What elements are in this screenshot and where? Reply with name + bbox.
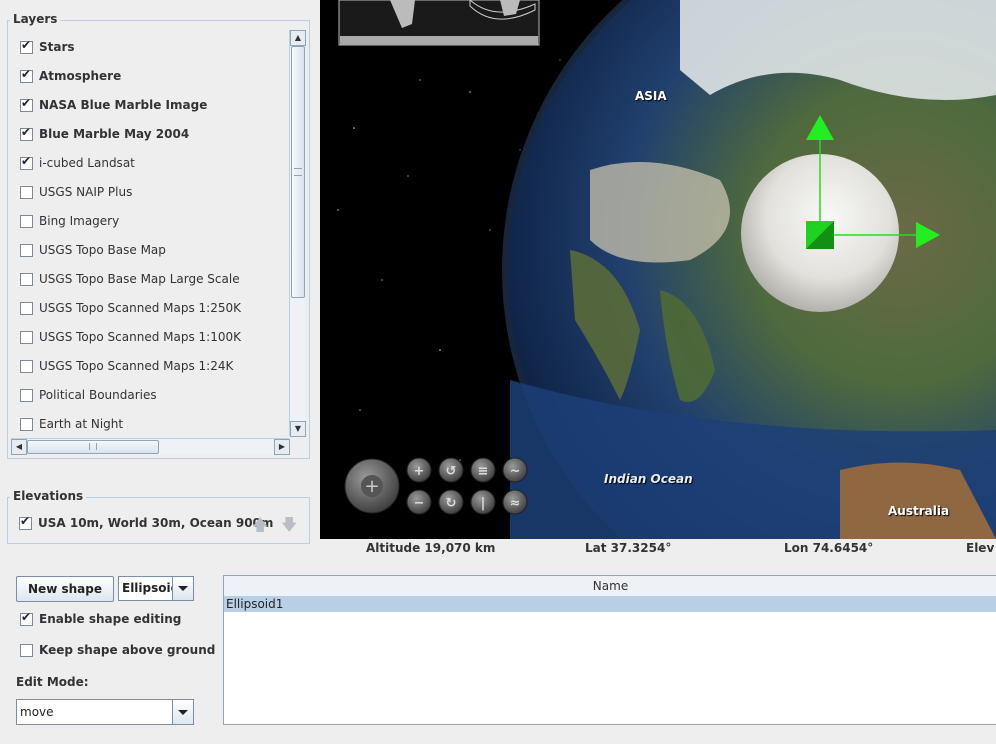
enable-editing-row[interactable]: Enable shape editing xyxy=(20,610,182,626)
layer-label: i-cubed Landsat xyxy=(39,156,135,170)
layer-label: USGS Topo Scanned Maps 1:250K xyxy=(39,301,241,315)
layer-checkbox[interactable] xyxy=(20,96,33,112)
enable-editing-label: Enable shape editing xyxy=(39,612,182,626)
move-up-icon[interactable]: 🡅 xyxy=(252,514,268,541)
layer-label: NASA Blue Marble Image xyxy=(39,98,208,112)
layer-list: Stars Atmosphere NASA Blue Marble Image Blu… xyxy=(11,30,289,436)
layer-checkbox[interactable] xyxy=(20,38,33,54)
layer-item[interactable]: Stars xyxy=(11,37,75,57)
layer-item[interactable]: USGS Topo Scanned Maps 1:250K xyxy=(11,298,241,318)
layer-checkbox[interactable] xyxy=(20,301,33,315)
layer-label: Earth at Night xyxy=(39,417,124,431)
layer-item[interactable]: USGS Topo Base Map xyxy=(11,240,166,260)
layer-label: Political Boundaries xyxy=(39,388,157,402)
layer-item[interactable]: USGS Topo Scanned Maps 1:100K xyxy=(11,327,241,347)
new-shape-button[interactable]: New shape xyxy=(16,576,114,602)
shape-type-value: Ellipsoid xyxy=(122,581,180,595)
layer-label: USGS Topo Scanned Maps 1:100K xyxy=(39,330,241,344)
layer-item[interactable]: USGS Topo Base Map Large Scale xyxy=(11,269,240,289)
layer-checkbox[interactable] xyxy=(20,272,33,286)
indian-ocean-label: Indian Ocean xyxy=(604,472,693,486)
longitude-readout: Lon 74.6454° xyxy=(784,541,874,555)
elevation-item[interactable]: USA 10m, World 30m, Ocean 900m xyxy=(19,514,274,530)
layer-checkbox[interactable] xyxy=(20,154,33,170)
layer-item[interactable]: i-cubed Landsat xyxy=(11,153,135,173)
svg-text:↻: ↻ xyxy=(446,496,457,511)
move-down-icon[interactable]: 🡇 xyxy=(281,514,297,541)
layer-item[interactable]: Blue Marble May 2004 xyxy=(11,124,189,144)
layer-checkbox[interactable] xyxy=(20,67,33,83)
scroll-left-icon[interactable]: ◀ xyxy=(11,439,27,455)
svg-text:≈: ≈ xyxy=(510,496,521,511)
svg-text:|: | xyxy=(481,496,486,511)
layer-label: USGS NAIP Plus xyxy=(39,185,133,199)
svg-text:~: ~ xyxy=(510,464,521,479)
layers-vertical-scrollbar[interactable]: ▲ ▼ xyxy=(289,30,306,437)
navigation-controls[interactable]: + + ↺ ≡ ~ − ↻ | ≈ xyxy=(344,457,528,515)
scroll-down-icon[interactable]: ▼ xyxy=(290,421,306,437)
svg-text:+: + xyxy=(364,476,379,497)
australia-label: Australia xyxy=(888,504,950,518)
layer-item[interactable]: Atmosphere xyxy=(11,66,121,86)
layer-item[interactable]: Earth at Night xyxy=(11,414,123,434)
layer-checkbox[interactable] xyxy=(20,359,33,373)
layer-checkbox[interactable] xyxy=(20,388,33,402)
horizontal-scroll-thumb[interactable] xyxy=(27,440,159,454)
layer-label: USGS Topo Base Map Large Scale xyxy=(39,272,240,286)
layer-checkbox[interactable] xyxy=(20,330,33,344)
latitude-readout: Lat 37.3254° xyxy=(585,541,672,555)
layer-label: Blue Marble May 2004 xyxy=(39,127,190,141)
chevron-down-icon[interactable] xyxy=(172,577,193,600)
elevations-title: Elevations xyxy=(10,489,87,503)
shapes-table: Name Ellipsoid1 xyxy=(223,575,996,725)
name-column-header[interactable]: Name xyxy=(224,576,996,597)
layers-title: Layers xyxy=(10,12,61,26)
layer-checkbox[interactable] xyxy=(20,243,33,257)
altitude-readout: Altitude 19,070 km xyxy=(366,541,496,555)
edit-mode-select[interactable]: move xyxy=(16,699,194,725)
layer-item[interactable]: USGS NAIP Plus xyxy=(11,182,132,202)
keep-above-ground-row[interactable]: Keep shape above ground xyxy=(20,643,215,657)
keep-above-ground-label: Keep shape above ground xyxy=(39,643,216,657)
elevation-readout: Elev xyxy=(966,541,995,555)
chevron-down-icon[interactable] xyxy=(172,700,193,724)
scroll-up-icon[interactable]: ▲ xyxy=(290,30,306,46)
svg-text:−: − xyxy=(414,496,425,511)
edit-mode-value: move xyxy=(20,705,54,719)
layer-checkbox[interactable] xyxy=(20,125,33,141)
layer-checkbox[interactable] xyxy=(20,214,33,228)
layer-item[interactable]: Political Boundaries xyxy=(11,385,157,405)
shape-type-select[interactable]: Ellipsoid xyxy=(118,576,194,601)
layer-item[interactable]: USGS Topo Scanned Maps 1:24K xyxy=(11,356,233,376)
elevation-label: USA 10m, World 30m, Ocean 900m xyxy=(38,516,274,530)
svg-text:↺: ↺ xyxy=(446,464,457,479)
enable-editing-checkbox[interactable] xyxy=(20,610,33,626)
layer-item[interactable]: Bing Imagery xyxy=(11,211,119,231)
globe-canvas[interactable]: + + ↺ ≡ ~ − ↻ | ≈ xyxy=(320,0,996,539)
layer-label: Atmosphere xyxy=(39,69,122,83)
layer-label: Bing Imagery xyxy=(39,214,120,228)
table-row[interactable]: Ellipsoid1 xyxy=(224,597,996,612)
layer-label: USGS Topo Scanned Maps 1:24K xyxy=(39,359,234,373)
world-window-view[interactable]: + + ↺ ≡ ~ − ↻ | ≈ ASIA Indian Ocean Australia xyxy=(320,0,996,539)
layer-checkbox[interactable] xyxy=(20,417,33,431)
layer-label: USGS Topo Base Map xyxy=(39,243,166,257)
layers-horizontal-scrollbar[interactable]: ◀ ▶ xyxy=(11,438,290,455)
svg-text:+: + xyxy=(414,464,425,479)
elevation-checkbox[interactable] xyxy=(19,514,32,530)
keep-above-ground-checkbox[interactable] xyxy=(20,643,33,657)
asia-label: ASIA xyxy=(635,89,667,103)
vertical-scroll-thumb[interactable] xyxy=(291,46,305,298)
edit-mode-label: Edit Mode: xyxy=(16,675,89,689)
scroll-right-icon[interactable]: ▶ xyxy=(274,439,290,455)
layer-checkbox[interactable] xyxy=(20,185,33,199)
layer-label: Stars xyxy=(39,40,75,54)
svg-text:≡: ≡ xyxy=(478,464,489,479)
layer-item[interactable]: NASA Blue Marble Image xyxy=(11,95,207,115)
